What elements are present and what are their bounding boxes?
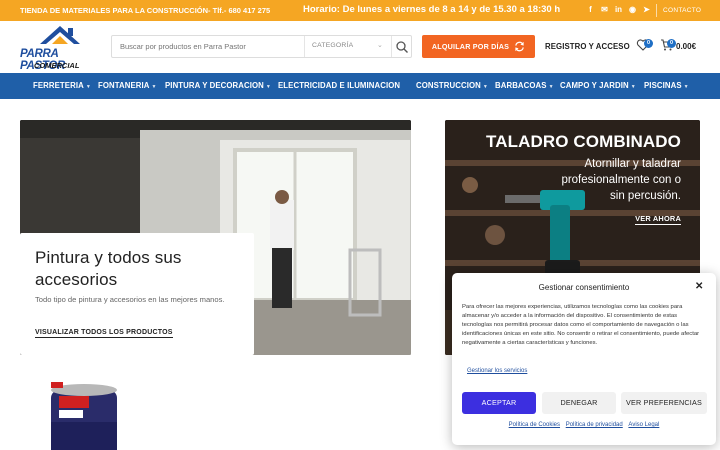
view-now-link[interactable]: VER AHORA	[635, 214, 681, 225]
wishlist-count-badge: 0	[644, 39, 653, 48]
top-bar: TIENDA DE MATERIALES PARA LA CONSTRUCCIÓ…	[0, 0, 720, 21]
drill-promo-title: TALADRO COMBINADO	[486, 132, 681, 151]
privacy-policy-link[interactable]: Política de privacidad	[566, 422, 623, 428]
view-all-products-link[interactable]: VISUALIZAR TODOS LOS PRODUCTOS	[35, 329, 173, 338]
site-logo[interactable]: PARRA PASTOR COMERCIAL	[20, 24, 102, 72]
search-divider-2	[391, 36, 392, 57]
main-nav: FERRETERIA ▼ FONTANERIA ▼ PINTURA Y DECORA…	[0, 73, 720, 99]
login-register-link[interactable]: REGISTRO Y ACCESO	[545, 42, 630, 51]
chevron-down-icon: ▼	[683, 84, 689, 90]
cookie-policy-link[interactable]: Política de Cookies	[509, 422, 560, 428]
view-preferences-button[interactable]: VER PREFERENCIAS	[621, 392, 707, 414]
hero-banner-paint[interactable]: Pintura y todos sus accesorios Todo tipo…	[20, 120, 411, 355]
search-divider	[304, 36, 305, 57]
accept-button[interactable]: ACEPTAR	[462, 392, 536, 414]
nav-item-campo-jardin[interactable]: CAMPO Y JARDIN ▼	[560, 81, 636, 90]
logo-subtitle: COMERCIAL	[34, 61, 80, 70]
search-bar: CATEGORÍA ⌄	[111, 35, 412, 58]
consent-title: Gestionar consentimiento	[538, 283, 630, 292]
contact-link[interactable]: CONTACTO	[663, 7, 701, 14]
nav-item-electricidad[interactable]: ELECTRICIDAD E ILUMINACION	[278, 81, 400, 90]
paint-promo-title: Pintura y todos sus accesorios	[35, 248, 182, 289]
cart-count-badge: 0	[667, 39, 676, 48]
nav-item-fontaneria[interactable]: FONTANERIA ▼	[98, 81, 157, 90]
facebook-icon[interactable]: f	[586, 5, 595, 14]
nav-item-construccion[interactable]: CONSTRUCCION ▼	[416, 81, 488, 90]
store-info-text: TIENDA DE MATERIALES PARA LA CONSTRUCCIÓ…	[20, 6, 271, 15]
deny-button[interactable]: DENEGAR	[542, 392, 616, 414]
cart-total[interactable]: 0.00€	[676, 42, 696, 51]
drill-promo-subtitle: Atornillar y taladrar profesionalmente c…	[561, 158, 681, 202]
paint-promo-description: Todo tipo de pintura y accesorios en las…	[35, 295, 225, 304]
chevron-down-icon: ▼	[265, 84, 271, 90]
nav-item-piscinas[interactable]: PISCINAS ▼	[644, 81, 689, 90]
manage-services-link[interactable]: Gestionar los servicios	[467, 368, 527, 374]
telegram-icon[interactable]: ➤	[642, 5, 651, 14]
paint-promo-card: Pintura y todos sus accesorios Todo tipo…	[20, 233, 254, 355]
legal-notice-link[interactable]: Aviso Legal	[628, 422, 659, 428]
chevron-down-icon: ▼	[630, 84, 636, 90]
consent-links: Política de Cookies Política de privacid…	[452, 422, 716, 428]
nav-item-pintura[interactable]: PINTURA Y DECORACION ▼	[165, 81, 271, 90]
pvc-adhesive-product-image[interactable]	[47, 382, 121, 450]
opening-hours-text: Horario: De lunes a viernes de 8 a 14 y …	[303, 4, 561, 15]
chevron-down-icon: ▼	[151, 84, 157, 90]
whatsapp-icon[interactable]: ◉	[628, 5, 637, 14]
nav-item-ferreteria[interactable]: FERRETERIA ▼	[33, 81, 91, 90]
consent-body: Para ofrecer las mejores experiencias, u…	[462, 304, 700, 346]
nav-item-barbacoas[interactable]: BARBACOAS ▼	[495, 81, 554, 90]
rent-button-label: ALQUILAR POR DÍAS	[431, 42, 510, 51]
search-icon[interactable]	[395, 40, 409, 54]
chevron-down-icon: ▼	[548, 84, 554, 90]
site-header: PARRA PASTOR COMERCIAL CATEGORÍA ⌄ ALQUI…	[0, 21, 720, 73]
email-icon[interactable]: ✉	[600, 5, 609, 14]
chevron-down-icon[interactable]: ⌄	[377, 41, 383, 49]
roof-logo-icon	[40, 26, 80, 44]
topbar-divider	[656, 4, 657, 17]
cookie-consent-dialog: Gestionar consentimiento ✕ Para ofrecer …	[452, 273, 716, 445]
chevron-down-icon: ▼	[482, 84, 488, 90]
refresh-icon	[515, 41, 524, 52]
linkedin-icon[interactable]: in	[614, 5, 623, 14]
social-icons: f ✉ in ◉ ➤	[586, 5, 651, 14]
close-icon[interactable]: ✕	[695, 281, 703, 292]
rent-by-days-button[interactable]: ALQUILAR POR DÍAS	[422, 35, 535, 58]
search-input[interactable]	[112, 36, 304, 57]
chevron-down-icon: ▼	[85, 84, 91, 90]
category-select[interactable]: CATEGORÍA	[312, 42, 353, 49]
